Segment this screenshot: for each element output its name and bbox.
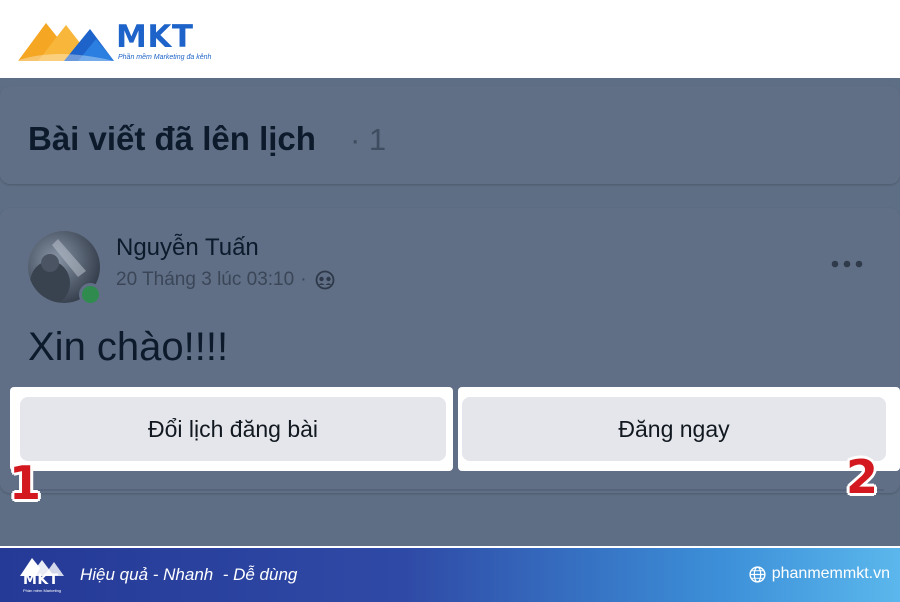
footer-banner: MKT Phần mềm Marketing Hiệu quả - Nhanh …	[0, 546, 900, 602]
logo-tagline: Phần mềm Marketing đa kênh	[118, 54, 212, 61]
globe-icon	[749, 565, 766, 583]
publish-now-button[interactable]: Đăng ngay	[462, 397, 886, 461]
more-horizontal-icon[interactable]	[830, 258, 864, 270]
footer-website[interactable]: phanmemmkt.vn	[749, 565, 890, 583]
footer-logo-tagline: Phần mềm Marketing	[23, 588, 62, 593]
scheduled-posts-header-card: Bài viết đã lên lịch · 1	[0, 86, 900, 184]
post-meta: 20 Tháng 3 lúc 03:10 ·	[116, 269, 335, 291]
section-count: · 1	[350, 122, 387, 157]
footer-logo-wordmark: MKT	[23, 572, 59, 588]
reschedule-highlight-frame: Đổi lịch đăng bài	[10, 387, 453, 471]
step-badge-1: 1	[9, 456, 42, 510]
online-status-dot	[79, 283, 102, 306]
friends-icon[interactable]	[315, 270, 335, 290]
reschedule-post-button[interactable]: Đổi lịch đăng bài	[20, 397, 446, 461]
post-text: Xin chào!!!!	[28, 325, 229, 369]
dimmed-content-area: Bài viết đã lên lịch · 1 Nguyễn Tuấn 20 …	[0, 78, 900, 546]
meta-separator: ·	[300, 269, 307, 290]
logo-wordmark: MKT	[116, 19, 194, 55]
card-divider	[16, 489, 884, 491]
section-title: Bài viết đã lên lịch	[28, 120, 316, 157]
mkt-logo: MKT Phần mềm Marketing đa kênh	[16, 15, 216, 65]
post-timestamp[interactable]: 20 Tháng 3 lúc 03:10	[116, 269, 294, 291]
step-badge-2: 2	[846, 450, 879, 504]
footer-slogan: Hiệu quả - Nhanh - Dễ dùng	[80, 565, 298, 584]
post-author[interactable]: Nguyễn Tuấn	[116, 234, 259, 262]
publish-now-highlight-frame: Đăng ngay	[458, 387, 900, 471]
website-url[interactable]: phanmemmkt.vn	[772, 565, 890, 583]
brand-header: MKT Phần mềm Marketing đa kênh	[0, 0, 900, 78]
mountain-logo-icon	[16, 23, 114, 61]
